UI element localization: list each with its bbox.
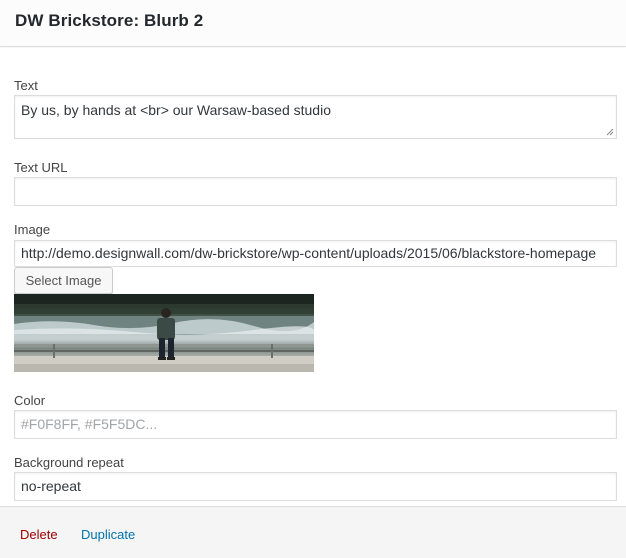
color-placeholder: #F0F8FF, #F5F5DC... [21, 416, 158, 432]
text-url-label: Text URL [14, 160, 68, 175]
widget-footer: Delete Duplicate [0, 506, 626, 558]
delete-link[interactable]: Delete [20, 527, 58, 542]
image-url-input[interactable]: http://demo.designwall.com/dw-brickstore… [14, 240, 617, 267]
duplicate-link[interactable]: Duplicate [81, 527, 135, 542]
image-preview [14, 294, 314, 372]
widget-title: DW Brickstore: Blurb 2 [15, 11, 204, 30]
text-url-input[interactable] [14, 177, 617, 206]
image-label: Image [14, 222, 51, 237]
background-repeat-label: Background repeat [14, 455, 124, 470]
resize-grip-icon[interactable] [606, 128, 614, 136]
text-label: Text [14, 78, 38, 93]
image-preview-picture [14, 294, 314, 372]
color-label: Color [14, 393, 46, 408]
select-image-button[interactable]: Select Image [14, 267, 113, 294]
widget-header: DW Brickstore: Blurb 2 [0, 0, 626, 47]
text-textarea[interactable]: By us, by hands at <br> our Warsaw-based… [14, 95, 617, 139]
color-input[interactable]: #F0F8FF, #F5F5DC... [14, 410, 617, 439]
background-repeat-select[interactable]: no-repeat [14, 472, 617, 501]
text-value: By us, by hands at <br> our Warsaw-based… [21, 102, 331, 118]
image-url-value: http://demo.designwall.com/dw-brickstore… [21, 245, 597, 261]
background-repeat-value: no-repeat [21, 478, 81, 494]
